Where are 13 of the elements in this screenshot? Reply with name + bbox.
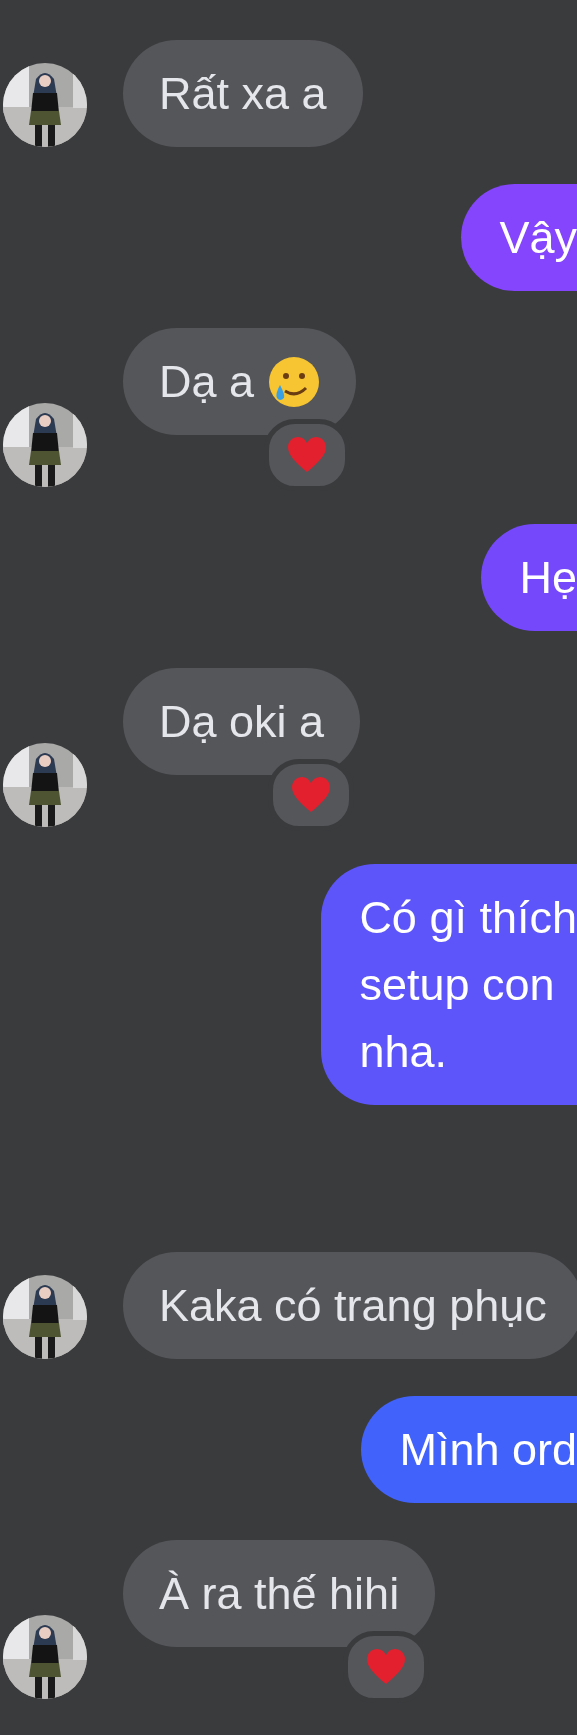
message-text: Hẹ: [519, 551, 577, 605]
smiling-tear-emoji-icon: [268, 355, 321, 408]
heart-icon: [287, 437, 328, 473]
message-text: À ra thế hihi: [159, 1567, 400, 1621]
heart-icon: [366, 1649, 407, 1685]
message-text: Dạ a: [159, 355, 255, 409]
heart-icon: [291, 777, 332, 813]
message-text: Dạ oki a: [159, 695, 325, 749]
message-text: Mình ord: [399, 1423, 577, 1477]
message-text: Vậy: [499, 211, 577, 265]
message-text: Kaka có trang phục: [159, 1279, 547, 1333]
message-text: Có gì thích setup con nha.: [359, 891, 577, 1079]
message-text: Rất xa a: [159, 67, 327, 121]
